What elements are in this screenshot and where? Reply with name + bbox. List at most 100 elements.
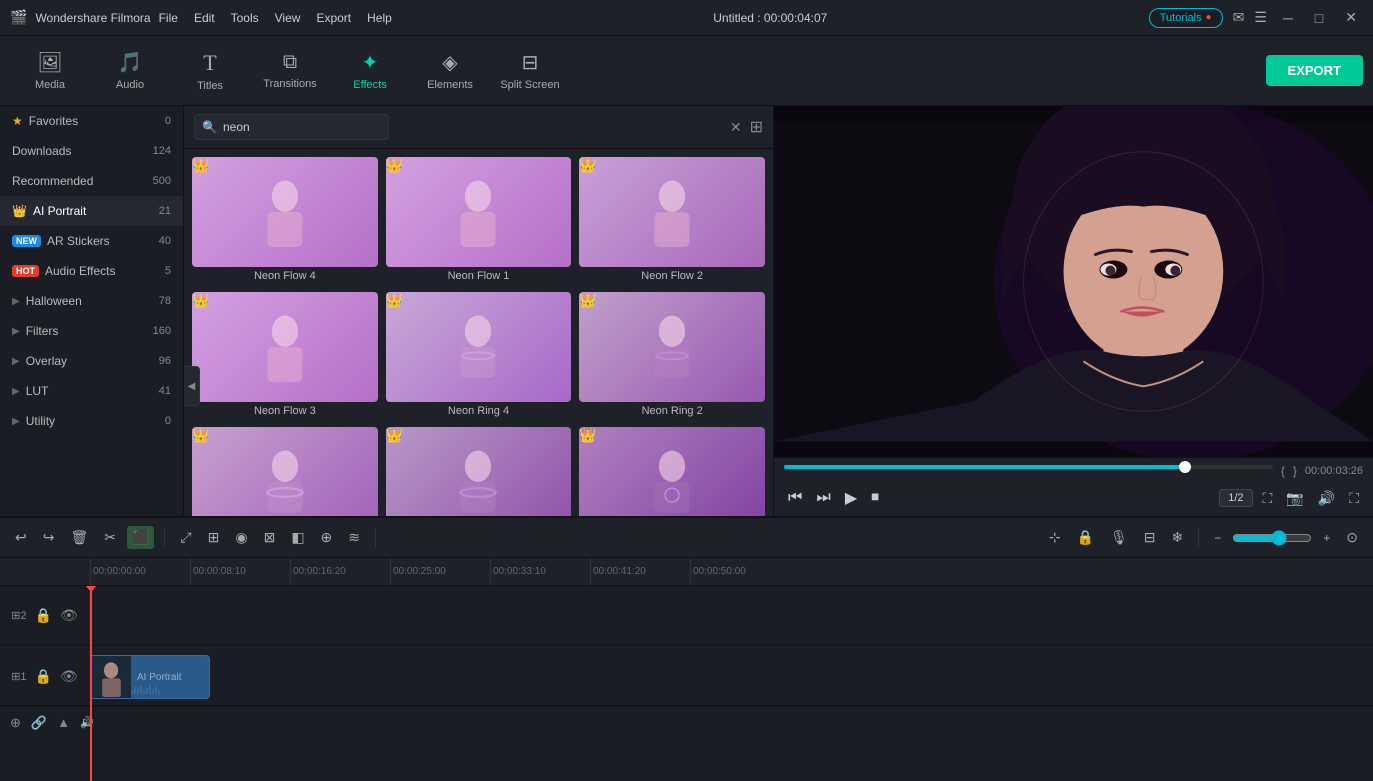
overlay-arrow-icon: ▶ bbox=[12, 356, 20, 367]
export-button[interactable]: EXPORT bbox=[1266, 55, 1363, 86]
effect-card-neon-ring-2[interactable]: 👑 Neon Ring 2 bbox=[575, 288, 769, 423]
crop-button[interactable]: ⬛ bbox=[127, 526, 154, 549]
preview-btn-row: ⏮ ⏭ ▶ ⏹ 1/2 ⛶ 📷 🔊 ⛶ bbox=[784, 486, 1363, 510]
tool-audio-label: Audio bbox=[116, 79, 144, 91]
menu-file[interactable]: File bbox=[159, 11, 178, 25]
track-content-2[interactable] bbox=[90, 586, 1373, 645]
tool-media[interactable]: 🖼 Media bbox=[10, 41, 90, 101]
menu-view[interactable]: View bbox=[275, 11, 301, 25]
ruler-time-4: 00:00:33:10 bbox=[490, 558, 590, 586]
track-eye-2[interactable]: 👁 bbox=[60, 607, 78, 624]
transform-button[interactable]: ⊕ bbox=[316, 526, 338, 549]
step-back-button[interactable]: ⏮ bbox=[784, 487, 806, 509]
mail-icon[interactable]: ✉ bbox=[1233, 9, 1245, 26]
mic-button[interactable]: 🎙 bbox=[1105, 526, 1133, 549]
fit-button[interactable]: ⊙ bbox=[1341, 526, 1363, 549]
favorites-star-icon: ★ bbox=[12, 114, 23, 128]
delete-button[interactable]: 🗑 bbox=[65, 526, 93, 549]
menu-icon[interactable]: ☰ bbox=[1254, 9, 1267, 26]
effect-card-neon-ring-r3-1[interactable]: 👑 Neon Ring bbox=[188, 423, 382, 516]
link-icon[interactable]: 🔗 bbox=[31, 715, 47, 731]
sidebar-item-ai-portrait[interactable]: 👑 AI Portrait 21 bbox=[0, 196, 183, 226]
timeline-ruler: 00:00:00:00 00:00:08:10 00:00:16:20 00:0… bbox=[0, 558, 1373, 586]
mark-in-button[interactable]: ⊞ bbox=[203, 526, 225, 549]
search-clear-button[interactable]: ✕ bbox=[730, 119, 742, 136]
effect-card-neon-ring-4[interactable]: 👑 Neon Ring 4 bbox=[382, 288, 576, 423]
grid-options-button[interactable]: ⊞ bbox=[750, 117, 763, 137]
maximize-button[interactable]: □ bbox=[1309, 8, 1329, 28]
preview-progress-bar[interactable] bbox=[784, 465, 1273, 469]
snap-button[interactable]: ⊹ bbox=[1044, 526, 1066, 549]
effect-thumb-neon-ring-r3-1 bbox=[192, 427, 378, 516]
tool-effects[interactable]: ✦ Effects bbox=[330, 41, 410, 101]
track-lock-2[interactable]: 🔒 bbox=[35, 607, 52, 624]
effect-card-neon-ring-r3-3[interactable]: 👑 Neon Flow bbox=[575, 423, 769, 516]
zoom-out-button[interactable]: − bbox=[1209, 528, 1226, 548]
sidebar-item-filters[interactable]: ▶ Filters 160 bbox=[0, 316, 183, 346]
sidebar-collapse-button[interactable]: ◀ bbox=[184, 366, 200, 406]
menu-help[interactable]: Help bbox=[367, 11, 392, 25]
sidebar-item-downloads[interactable]: Downloads 124 bbox=[0, 136, 183, 166]
tool-transitions[interactable]: ⧉ Transitions bbox=[250, 41, 330, 101]
tutorials-button[interactable]: Tutorials ● bbox=[1149, 8, 1223, 28]
resolution-selector[interactable]: 1/2 bbox=[1219, 489, 1252, 507]
sidebar-item-ar-stickers[interactable]: NEW AR Stickers 40 bbox=[0, 226, 183, 256]
stop-button[interactable]: ⏹ bbox=[867, 487, 883, 509]
cut-button[interactable]: ✂ bbox=[99, 526, 121, 549]
add-track-icon[interactable]: ⊕ bbox=[10, 715, 21, 731]
settings-button[interactable]: ⛶ bbox=[1345, 488, 1363, 509]
menu-tools[interactable]: Tools bbox=[231, 11, 259, 25]
effect-card-neon-ring-r3-2[interactable]: 👑 Neon Ring 3 bbox=[382, 423, 576, 516]
captions-button[interactable]: ⊟ bbox=[1139, 526, 1161, 549]
sidebar-item-utility[interactable]: ▶ Utility 0 bbox=[0, 406, 183, 436]
effect-card-neon-flow-1[interactable]: 👑 Neon Flow 1 bbox=[382, 153, 576, 288]
tool-titles[interactable]: T Titles bbox=[170, 41, 250, 101]
sidebar-item-halloween[interactable]: ▶ Halloween 78 bbox=[0, 286, 183, 316]
tool-split-screen[interactable]: ⊟ Split Screen bbox=[490, 41, 570, 101]
effect-card-neon-flow-3[interactable]: 👑 Neon Flow 3 bbox=[188, 288, 382, 423]
sidebar-item-lut[interactable]: ▶ LUT 41 bbox=[0, 376, 183, 406]
menu-edit[interactable]: Edit bbox=[194, 11, 215, 25]
fast-rewind-button[interactable]: ⏭ bbox=[812, 487, 834, 509]
crown-badge-4: 👑 bbox=[192, 292, 209, 309]
sidebar-item-recommended[interactable]: Recommended 500 bbox=[0, 166, 183, 196]
lock-button[interactable]: 🔒 bbox=[1072, 526, 1099, 549]
close-button[interactable]: ✕ bbox=[1339, 7, 1363, 28]
fullscreen-button[interactable]: ⛶ bbox=[1259, 488, 1277, 509]
minimize-button[interactable]: ─ bbox=[1277, 8, 1299, 28]
zoom-fit-button[interactable]: ⤢ bbox=[175, 526, 196, 549]
crop2-button[interactable]: ⊠ bbox=[259, 526, 281, 549]
search-input[interactable] bbox=[194, 114, 389, 140]
effects-grid: 👑 Neon Flow 4 👑 Neon Flow 1 👑 Neon Flow … bbox=[184, 149, 773, 516]
track-lock-1[interactable]: 🔒 bbox=[35, 668, 52, 685]
zoom-in-button[interactable]: + bbox=[1318, 528, 1335, 548]
effect-thumb-neon-ring-r3-3 bbox=[579, 427, 765, 516]
crown-badge-2: 👑 bbox=[386, 157, 403, 174]
effect-card-neon-flow-4[interactable]: 👑 Neon Flow 4 bbox=[188, 153, 382, 288]
tool-elements-label: Elements bbox=[427, 79, 473, 91]
project-title: Untitled : 00:00:04:07 bbox=[713, 11, 827, 25]
audio-mix-button[interactable]: ≋ bbox=[343, 526, 365, 549]
redo-button[interactable]: ↪ bbox=[38, 526, 60, 549]
zoom-slider[interactable] bbox=[1232, 530, 1312, 546]
track-content-1[interactable]: AI Portrait bbox=[90, 647, 1373, 705]
screenshot-button[interactable]: 📷 bbox=[1282, 488, 1307, 509]
timeline-cursor[interactable] bbox=[90, 586, 92, 781]
effect-card-neon-flow-2[interactable]: 👑 Neon Flow 2 bbox=[575, 153, 769, 288]
effect-label-neon-flow-3: Neon Flow 3 bbox=[192, 402, 378, 419]
volume-button[interactable]: 🔊 bbox=[1314, 488, 1339, 509]
color-correct-button[interactable]: ◉ bbox=[230, 526, 252, 549]
play-button[interactable]: ▶ bbox=[841, 486, 861, 510]
tool-audio[interactable]: 🎵 Audio bbox=[90, 41, 170, 101]
tool-elements[interactable]: ◈ Elements bbox=[410, 41, 490, 101]
track-clip-ai-portrait[interactable]: AI Portrait bbox=[90, 655, 210, 699]
menu-export[interactable]: Export bbox=[316, 11, 351, 25]
undo-button[interactable]: ↩ bbox=[10, 526, 32, 549]
track-eye-1[interactable]: 👁 bbox=[60, 668, 78, 685]
sidebar-item-audio-effects[interactable]: HOT Audio Effects 5 bbox=[0, 256, 183, 286]
sidebar-item-overlay[interactable]: ▶ Overlay 96 bbox=[0, 346, 183, 376]
freeze-button[interactable]: ❄ bbox=[1167, 526, 1189, 549]
bracket-open: { bbox=[1281, 464, 1285, 478]
motion-button[interactable]: ◧ bbox=[286, 526, 309, 549]
sidebar-item-favorites[interactable]: ★ Favorites 0 bbox=[0, 106, 183, 136]
